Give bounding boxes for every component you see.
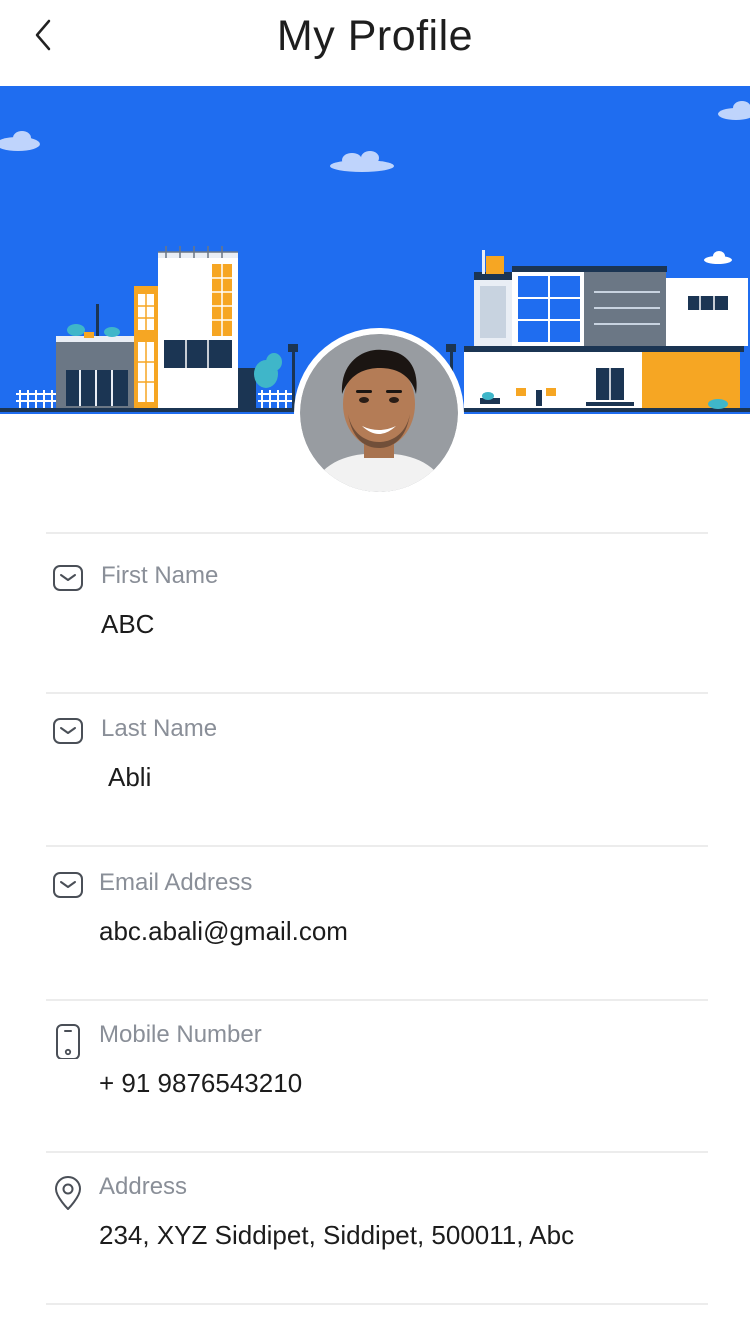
field-value: 234, XYZ Siddipet, Siddipet, 500011, Abc	[99, 1220, 575, 1250]
field-value: + 91 9876543210	[99, 1068, 303, 1098]
field-value: ABC	[101, 609, 155, 639]
envelope-icon	[53, 872, 83, 898]
page-title: My Profile	[276, 12, 474, 60]
field-label: Mobile Number	[99, 1021, 262, 1048]
first-name-field: First Name ABC	[46, 542, 708, 694]
user-avatar-icon	[300, 334, 458, 492]
address-field: Address 234, XYZ Siddipet, Siddipet, 500…	[46, 1153, 708, 1305]
envelope-icon	[53, 565, 83, 591]
app-header: My Profile	[0, 0, 750, 86]
field-value: abc.abali@gmail.com	[99, 916, 348, 946]
last-name-field: Last Name Abli	[46, 695, 708, 847]
field-label: Last Name	[101, 715, 218, 742]
location-pin-icon	[55, 1176, 81, 1210]
mobile-number-field: Mobile Number + 91 9876543210	[46, 1001, 708, 1153]
divider	[46, 532, 708, 534]
mobile-phone-icon	[56, 1024, 80, 1059]
field-label: Address	[99, 1173, 188, 1200]
email-field: Email Address abc.abali@gmail.com	[46, 849, 708, 1001]
field-label: First Name	[101, 562, 219, 589]
profile-avatar[interactable]	[294, 328, 464, 498]
field-label: Email Address	[99, 869, 253, 896]
envelope-icon	[53, 718, 83, 744]
field-value: Abli	[108, 762, 152, 792]
